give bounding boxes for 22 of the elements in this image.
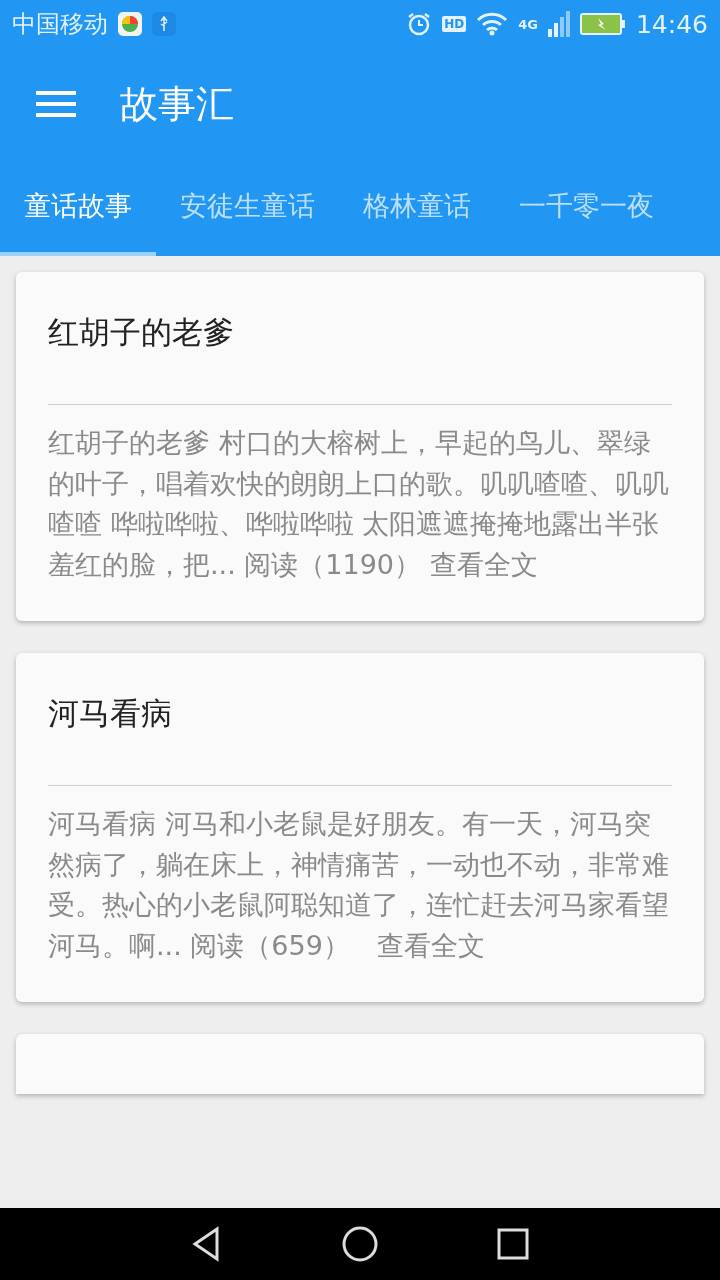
clock-time: 14:46 [635, 9, 708, 39]
story-summary: 河马看病 河马和小老鼠是好朋友。有一天，河马突然病了，躺在床上，神情痛苦，一动也不动，非常难受。热心的小老鼠阿聪知道了，连忙赶去河马家看望河马。啊... 阅读（659） 查看全文 [48, 807, 670, 963]
hd-label: HD [442, 16, 467, 32]
battery-icon [579, 12, 626, 36]
usb-icon [152, 12, 176, 36]
menu-icon[interactable] [36, 89, 76, 119]
category-tab[interactable]: 一千零一夜 [495, 160, 678, 256]
app-title: 故事汇 [120, 80, 234, 128]
signal-icon [547, 11, 570, 37]
network-type: 4G [518, 16, 538, 32]
story-card[interactable]: 红胡子的老爹 红胡子的老爹 村口的大榕树上，早起的鸟儿、翠绿的叶子，唱着欢快的朗朗上口的歌。叽叽喳喳、叽叽喳喳 哗啦哗啦、哗啦哗啦 太阳遮遮掩掩地露出半张羞红的脸，把... 阅读（1190） 查看全文 [16, 272, 704, 621]
category-tab[interactable]: 格林童话 [339, 160, 495, 256]
carrier-name: 中国移动 [12, 9, 108, 40]
wifi-icon [476, 12, 509, 36]
category-tab[interactable]: 安徒生童话 [156, 160, 339, 256]
story-card[interactable]: 河马看病 河马看病 河马和小老鼠是好朋友。有一天，河马突然病了，躺在床上，神情痛苦，一动也不动，非常难受。热心的小老鼠阿聪知道了，连忙赶去河马家看望河马。啊... 阅读（659） 查看全文 [16, 653, 704, 1002]
story-title: 河马看病 [48, 694, 173, 733]
app-icon [118, 12, 142, 36]
story-summary: 红胡子的老爹 村口的大榕树上，早起的鸟儿、翠绿的叶子，唱着欢快的朗朗上口的歌。叽叽喳喳、叽叽喳喳 哗啦哗啦、哗啦哗啦 太阳遮遮掩掩地露出半张羞红的脸，把... 阅读（1190） 查看全文 [48, 426, 670, 582]
category-tab[interactable]: 童话故事 [0, 160, 156, 256]
home-icon[interactable] [340, 1224, 380, 1264]
story-title: 红胡子的老爹 [48, 313, 235, 352]
